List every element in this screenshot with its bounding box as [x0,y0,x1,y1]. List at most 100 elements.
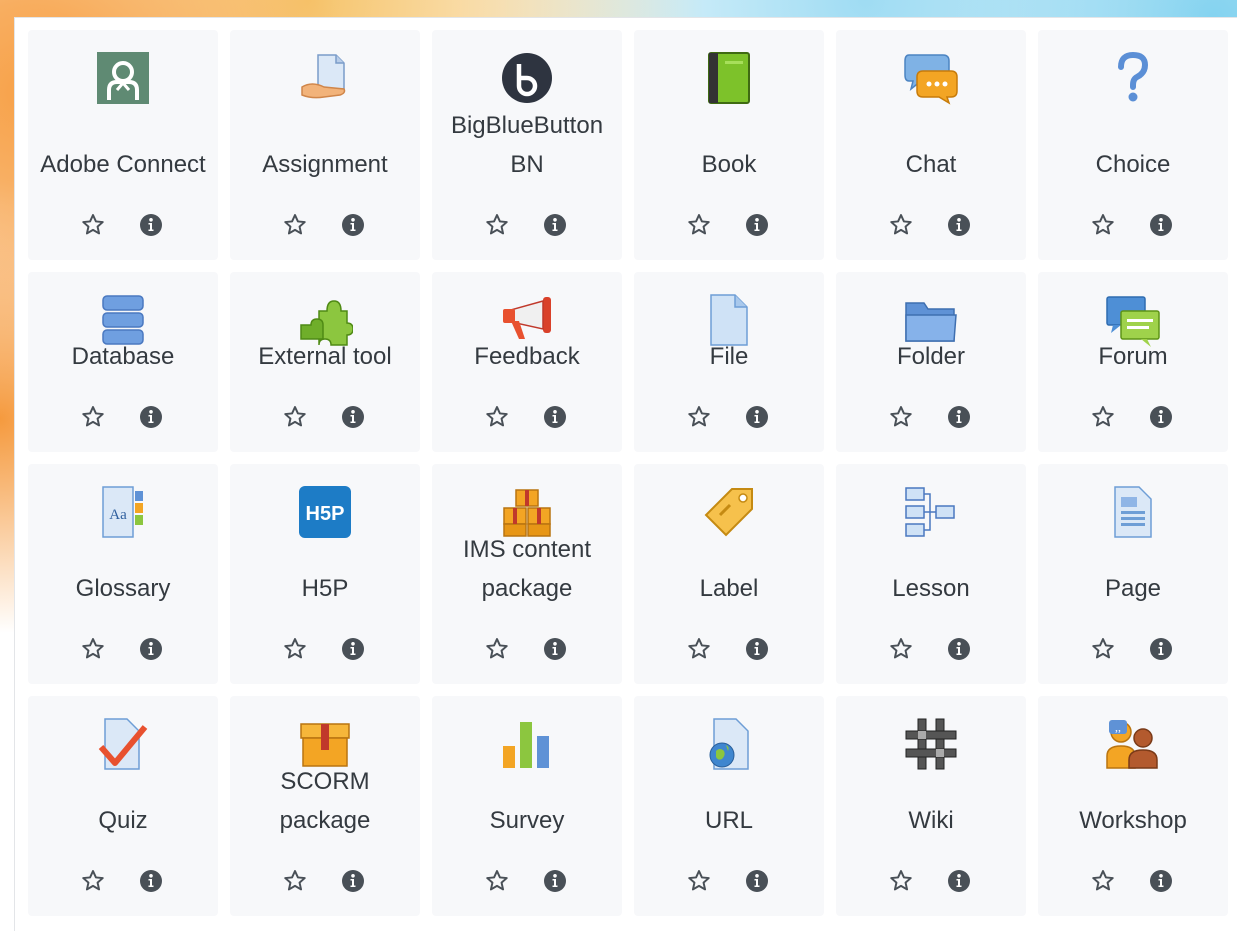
info-circle-icon[interactable] [540,866,570,896]
star-outline-icon[interactable] [886,402,916,432]
info-circle-icon[interactable] [136,210,166,240]
info-circle-icon[interactable] [1146,210,1176,240]
star-outline-icon[interactable] [684,634,714,664]
glossary-icon: Aa [95,484,151,540]
info-circle-icon[interactable] [136,866,166,896]
star-outline-icon[interactable] [78,634,108,664]
star-outline-icon[interactable] [482,866,512,896]
activity-card-page[interactable]: Page [1038,464,1228,684]
assignment-icon [297,50,353,106]
activity-card-database[interactable]: Database [28,272,218,452]
activity-card-adobe-connect[interactable]: Adobe Connect [28,30,218,260]
activity-name: URL [704,807,753,834]
lesson-icon [903,484,959,540]
info-circle-icon[interactable] [944,866,974,896]
svg-text:Aa: Aa [109,507,127,523]
activity-card-assignment[interactable]: Assignment [230,30,420,260]
activity-card-h5p[interactable]: H5P H5P [230,464,420,684]
activity-card-survey[interactable]: Survey [432,696,622,916]
info-circle-icon[interactable] [1146,866,1176,896]
info-circle-icon[interactable] [338,210,368,240]
star-outline-icon[interactable] [1088,866,1118,896]
star-outline-icon[interactable] [886,634,916,664]
adobe-connect-icon [95,50,151,106]
activity-card-glossary[interactable]: Aa Glossary [28,464,218,684]
activity-card-choice[interactable]: Choice [1038,30,1228,260]
activity-card-folder[interactable]: Folder [836,272,1026,452]
info-circle-icon[interactable] [338,402,368,432]
activity-card-book[interactable]: Book [634,30,824,260]
info-circle-icon[interactable] [944,634,974,664]
info-circle-icon[interactable] [742,634,772,664]
star-outline-icon[interactable] [684,210,714,240]
h5p-icon: H5P [297,484,353,540]
page-icon [1105,484,1161,540]
wiki-icon [903,716,959,772]
star-outline-icon[interactable] [280,634,310,664]
info-circle-icon[interactable] [540,210,570,240]
activity-card-url[interactable]: URL [634,696,824,916]
activity-name: Lesson [892,575,970,602]
info-circle-icon[interactable] [1146,634,1176,664]
activity-actions [1038,634,1228,664]
star-outline-icon[interactable] [886,210,916,240]
info-circle-icon[interactable] [1146,402,1176,432]
star-outline-icon[interactable] [78,866,108,896]
star-outline-icon[interactable] [684,402,714,432]
activity-card-quiz[interactable]: Quiz [28,696,218,916]
activity-card-lesson[interactable]: Lesson [836,464,1026,684]
activity-name: Page [1104,575,1162,602]
info-circle-icon[interactable] [742,402,772,432]
info-circle-icon[interactable] [742,866,772,896]
star-outline-icon[interactable] [78,402,108,432]
activity-actions [1038,402,1228,432]
star-outline-icon[interactable] [482,634,512,664]
activity-name: BigBlueButton BN [450,112,604,178]
activity-card-chat[interactable]: Chat [836,30,1026,260]
info-circle-icon[interactable] [338,634,368,664]
star-outline-icon[interactable] [280,210,310,240]
activity-grid: Adobe Connect Assignment BigBlueButton BN B… [28,30,1228,916]
activity-name: Feedback [474,343,580,370]
info-circle-icon[interactable] [136,634,166,664]
quiz-icon [95,716,151,772]
activity-card-feedback[interactable]: Feedback [432,272,622,452]
star-outline-icon[interactable] [482,210,512,240]
info-circle-icon[interactable] [944,210,974,240]
svg-text:H5P: H5P [306,503,345,525]
activity-chooser-panel: Adobe Connect Assignment BigBlueButton BN B… [14,17,1237,931]
star-outline-icon[interactable] [280,402,310,432]
star-outline-icon[interactable] [280,866,310,896]
activity-card-external-tool[interactable]: External tool [230,272,420,452]
info-circle-icon[interactable] [944,402,974,432]
star-outline-icon[interactable] [684,866,714,896]
info-circle-icon[interactable] [742,210,772,240]
activity-card-bigbluebutton[interactable]: BigBlueButton BN [432,30,622,260]
chat-icon [903,50,959,106]
activity-actions [1038,210,1228,240]
svg-text:,,: ,, [1115,720,1121,734]
activity-card-scorm-package[interactable]: SCORM package [230,696,420,916]
star-outline-icon[interactable] [1088,634,1118,664]
star-outline-icon[interactable] [78,210,108,240]
choice-icon [1105,50,1161,106]
info-circle-icon[interactable] [540,402,570,432]
activity-card-workshop[interactable]: ,, Workshop [1038,696,1228,916]
info-circle-icon[interactable] [136,402,166,432]
star-outline-icon[interactable] [1088,402,1118,432]
activity-name: Choice [1095,151,1171,178]
activity-card-wiki[interactable]: Wiki [836,696,1026,916]
info-circle-icon[interactable] [540,634,570,664]
url-icon [701,716,757,772]
activity-name: File [709,343,749,370]
activity-actions [836,402,1026,432]
star-outline-icon[interactable] [482,402,512,432]
info-circle-icon[interactable] [338,866,368,896]
bigbluebutton-icon [499,50,555,106]
star-outline-icon[interactable] [886,866,916,896]
activity-card-ims-content-package[interactable]: IMS content package [432,464,622,684]
activity-card-label[interactable]: Label [634,464,824,684]
activity-card-forum[interactable]: Forum [1038,272,1228,452]
star-outline-icon[interactable] [1088,210,1118,240]
activity-card-file[interactable]: File [634,272,824,452]
